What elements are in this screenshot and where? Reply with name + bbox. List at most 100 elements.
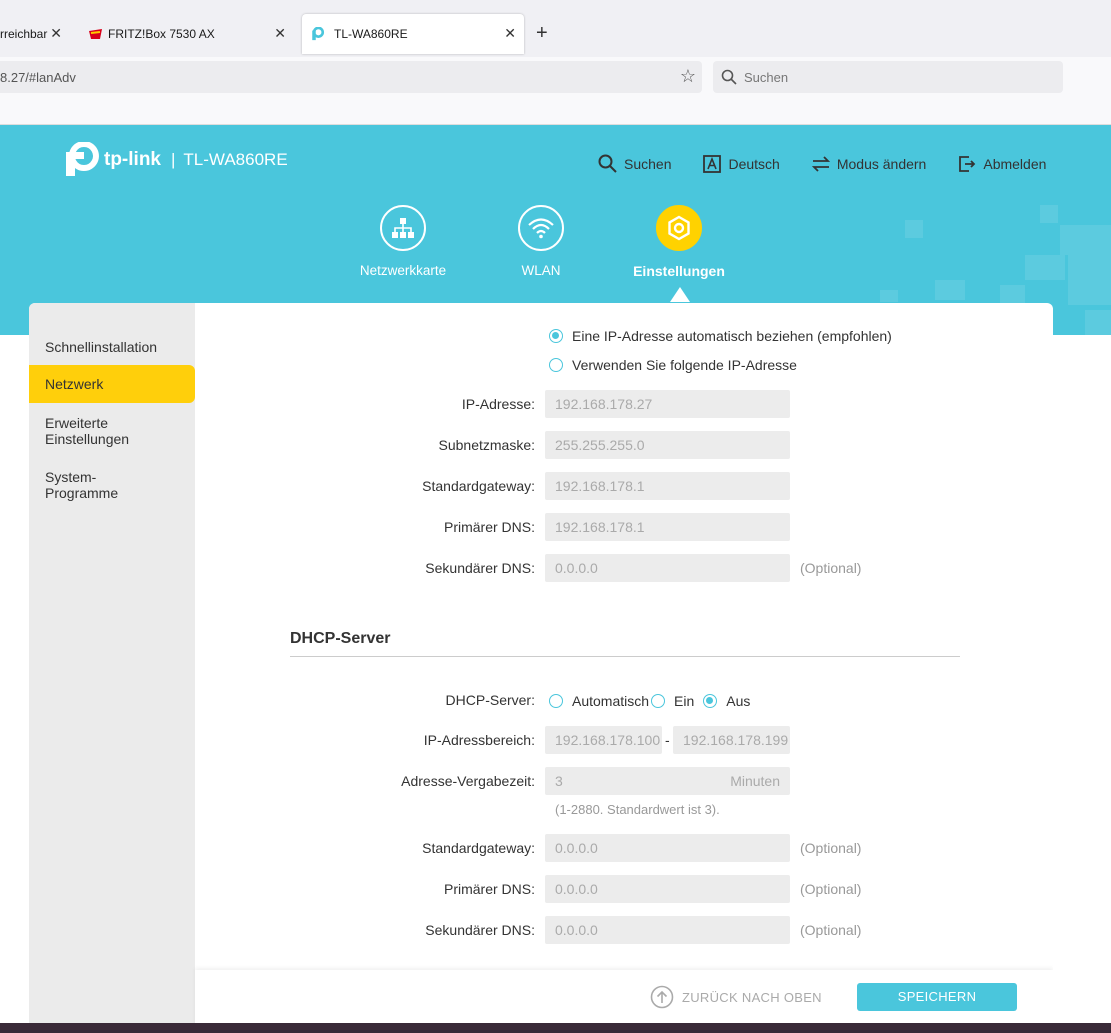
ip-manual-radio[interactable] <box>549 358 563 372</box>
primary-dns-field[interactable]: 192.168.178.1 <box>545 513 790 541</box>
sidebar-item-erweiterte-einstellungen[interactable]: Erweiterte Einstellungen <box>29 415 195 447</box>
bookmark-star-icon[interactable]: ☆ <box>680 66 696 87</box>
search-icon <box>598 154 617 173</box>
arrow-up-circle-icon <box>650 985 674 1009</box>
new-tab-icon[interactable]: + <box>536 22 548 45</box>
browser-tab-active[interactable]: TL-WA860RE ✕ <box>302 14 524 54</box>
lease-time-label: Adresse-Vergabezeit: <box>401 773 535 789</box>
close-tab-icon[interactable]: ✕ <box>50 26 62 40</box>
dhcp-auto-label: Automatisch <box>572 693 650 709</box>
language-link-label: Deutsch <box>728 155 780 172</box>
ip-range-start-field[interactable]: 192.168.178.100 <box>545 726 662 754</box>
sidebar-item-label: Programme <box>45 485 119 501</box>
tab-label: Netzwerkkarte <box>359 263 447 278</box>
tab-wlan[interactable]: WLAN <box>476 205 606 278</box>
dhcp-on-radio[interactable] <box>651 694 666 708</box>
sidebar-item-label: System- <box>45 469 97 485</box>
optional-note: (Optional) <box>800 922 862 938</box>
fritzbox-favicon-icon <box>89 29 102 39</box>
dhcp-section-title: DHCP-Server <box>290 630 391 647</box>
dhcp-off-radio[interactable] <box>703 694 718 708</box>
close-tab-icon[interactable]: ✕ <box>274 26 286 40</box>
search-link[interactable]: Suchen <box>598 154 671 173</box>
lease-time-unit: Minuten <box>730 773 780 789</box>
dhcp-secondary-dns-field[interactable]: 0.0.0.0 <box>545 916 790 944</box>
tab-title: TL-WA860RE <box>334 27 408 41</box>
ip-auto-label: Eine IP-Adresse automatisch beziehen (em… <box>572 328 892 344</box>
mode-change-label: Modus ändern <box>836 155 927 172</box>
tab-title: FRITZ!Box 7530 AX <box>108 27 215 41</box>
browser-tab[interactable]: rreichbar ✕ <box>0 14 70 54</box>
os-taskbar <box>0 1023 1111 1033</box>
search-icon <box>721 69 737 85</box>
tab-netzwerkkarte[interactable]: Netzwerkkarte <box>338 205 468 278</box>
mode-change-link[interactable]: Modus ändern <box>811 154 927 173</box>
optional-note: (Optional) <box>800 881 862 897</box>
ip-manual-label: Verwenden Sie folgende IP-Adresse <box>572 357 797 373</box>
logout-label: Abmelden <box>983 155 1047 172</box>
primary-dns-label: Primärer DNS: <box>443 519 535 535</box>
tab-label: Einstellungen <box>633 263 725 279</box>
language-link[interactable]: Deutsch <box>703 154 780 173</box>
url-bar[interactable]: 8.27/#lanAdv ☆ <box>0 61 702 93</box>
secondary-dns-field[interactable]: 0.0.0.0 <box>545 554 790 582</box>
header-links: Suchen Deutsch Modus ändern Abmelden <box>598 154 1046 173</box>
dhcp-on-label: Ein <box>674 693 695 709</box>
tab-einstellungen[interactable]: Einstellungen <box>614 205 744 279</box>
ip-range-separator: - <box>665 732 670 748</box>
brand-name: tp-link <box>104 149 161 170</box>
dhcp-gateway-label: Standardgateway: <box>422 840 535 856</box>
back-to-top-label: ZURÜCK NACH OBEN <box>682 989 822 1005</box>
browser-tab[interactable]: FRITZ!Box 7530 AX ✕ <box>80 14 294 54</box>
dhcp-auto-radio[interactable] <box>549 694 563 708</box>
ip-address-field[interactable]: 192.168.178.27 <box>545 390 790 418</box>
sidebar-item-netzwerk[interactable]: Netzwerk <box>29 365 195 403</box>
url-text: 8.27/#lanAdv <box>0 70 76 85</box>
secondary-dns-label: Sekundärer DNS: <box>425 560 535 576</box>
subnet-mask-field[interactable]: 255.255.255.0 <box>545 431 790 459</box>
tab-label: WLAN <box>521 263 561 278</box>
ip-manual-option[interactable]: Verwenden Sie folgende IP-Adresse <box>549 357 797 373</box>
model-name: TL-WA860RE <box>183 150 288 169</box>
ip-range-label: IP-Adressbereich: <box>423 732 535 748</box>
sidebar-item-system-programme[interactable]: System- Programme <box>29 469 195 501</box>
dhcp-gateway-field[interactable]: 0.0.0.0 <box>545 834 790 862</box>
browser-search-input[interactable]: Suchen <box>713 61 1063 93</box>
tab-title: rreichbar <box>0 27 48 41</box>
sidebar-item-schnellinstallation[interactable]: Schnellinstallation <box>29 339 195 355</box>
save-button[interactable]: SPEICHERN <box>857 983 1017 1011</box>
network-map-icon <box>392 218 414 238</box>
ip-address-label: IP-Adresse: <box>461 396 535 412</box>
dhcp-primary-dns-field[interactable]: 0.0.0.0 <box>545 875 790 903</box>
gateway-field[interactable]: 192.168.178.1 <box>545 472 790 500</box>
language-icon <box>703 154 722 173</box>
ip-auto-option[interactable]: Eine IP-Adresse automatisch beziehen (em… <box>549 328 892 344</box>
gateway-label: Standardgateway: <box>422 478 535 494</box>
dhcp-mode-options: Automatisch Ein Aus <box>549 693 750 709</box>
search-link-label: Suchen <box>624 155 672 172</box>
settings-card: Schnellinstallation Netzwerk Erweiterte … <box>29 303 1053 1033</box>
lease-time-field[interactable]: 3 Minuten <box>545 767 790 795</box>
settings-gear-icon <box>668 215 690 241</box>
switch-arrows-icon <box>811 155 830 172</box>
search-placeholder: Suchen <box>744 70 789 85</box>
back-to-top-button[interactable]: ZURÜCK NACH OBEN <box>650 985 822 1009</box>
logout-link[interactable]: Abmelden <box>958 154 1046 173</box>
section-divider <box>290 656 960 657</box>
ip-auto-radio[interactable] <box>549 329 563 343</box>
sidebar-item-label: Schnellinstallation <box>45 339 158 355</box>
dhcp-secondary-dns-label: Sekundärer DNS: <box>425 922 535 938</box>
close-tab-icon[interactable]: ✕ <box>504 26 516 40</box>
tplink-logo: tp-link | TL-WA860RE <box>64 142 288 178</box>
sidebar-item-label: Erweiterte <box>45 415 109 431</box>
logout-icon <box>959 155 976 172</box>
lease-time-value: 3 <box>555 773 563 789</box>
tplink-logo-icon <box>66 142 99 176</box>
subnet-mask-label: Subnetzmaske: <box>438 437 536 453</box>
sidebar-item-label: Einstellungen <box>45 431 130 447</box>
sidebar: Schnellinstallation Netzwerk Erweiterte … <box>29 303 195 1033</box>
dhcp-primary-dns-label: Primärer DNS: <box>443 881 535 897</box>
ip-range-end-field[interactable]: 192.168.178.199 <box>673 726 790 754</box>
browser-tab-bar: rreichbar ✕ FRITZ!Box 7530 AX ✕ TL-WA860… <box>0 0 1111 57</box>
logo-separator: | <box>171 150 176 169</box>
